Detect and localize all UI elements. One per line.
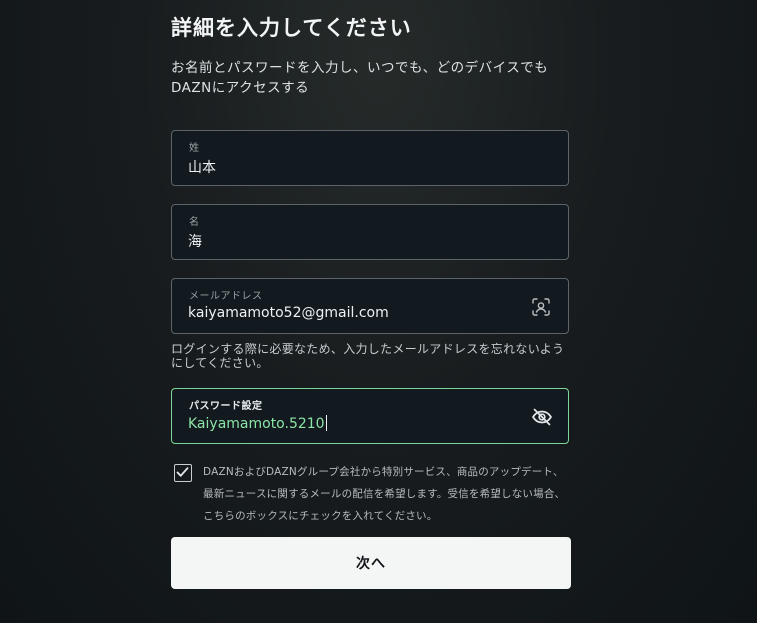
email-label: メールアドレス [189, 291, 263, 302]
first-name-label: 名 [189, 217, 200, 228]
password-label: パスワード設定 [189, 401, 263, 412]
contact-autofill-icon[interactable] [531, 297, 551, 317]
first-name-value[interactable]: 海 [188, 231, 202, 251]
checkmark-icon [176, 467, 189, 477]
email-field[interactable]: メールアドレス kaiyamamoto52@gmail.com [171, 278, 569, 334]
password-field[interactable]: パスワード設定 Kaiyamamoto.5210 [171, 388, 569, 444]
page-title: 詳細を入力してください [171, 16, 412, 40]
first-name-field[interactable]: 名 海 [171, 204, 569, 260]
email-value[interactable]: kaiyamamoto52@gmail.com [188, 305, 389, 321]
password-value[interactable]: Kaiyamamoto.5210 [188, 415, 327, 432]
eye-off-icon[interactable] [531, 407, 552, 427]
last-name-label: 姓 [189, 143, 200, 154]
email-hint: ログインする際に必要なため、入力したメールアドレスを忘れないようにしてください。 [171, 342, 565, 370]
marketing-consent-checkbox[interactable] [174, 464, 192, 482]
page-subtitle: お名前とパスワードを入力し、いつでも、どのデバイスでもDAZNにアクセスする [171, 60, 549, 96]
last-name-field[interactable]: 姓 山本 [171, 130, 569, 186]
next-button[interactable]: 次へ [171, 537, 571, 589]
text-caret [325, 415, 327, 431]
marketing-consent-text: DAZNおよびDAZNグループ会社から特別サービス、商品のアップデート、最新ニュ… [203, 466, 566, 522]
password-text: Kaiyamamoto.5210 [188, 416, 325, 432]
last-name-value[interactable]: 山本 [188, 157, 216, 177]
